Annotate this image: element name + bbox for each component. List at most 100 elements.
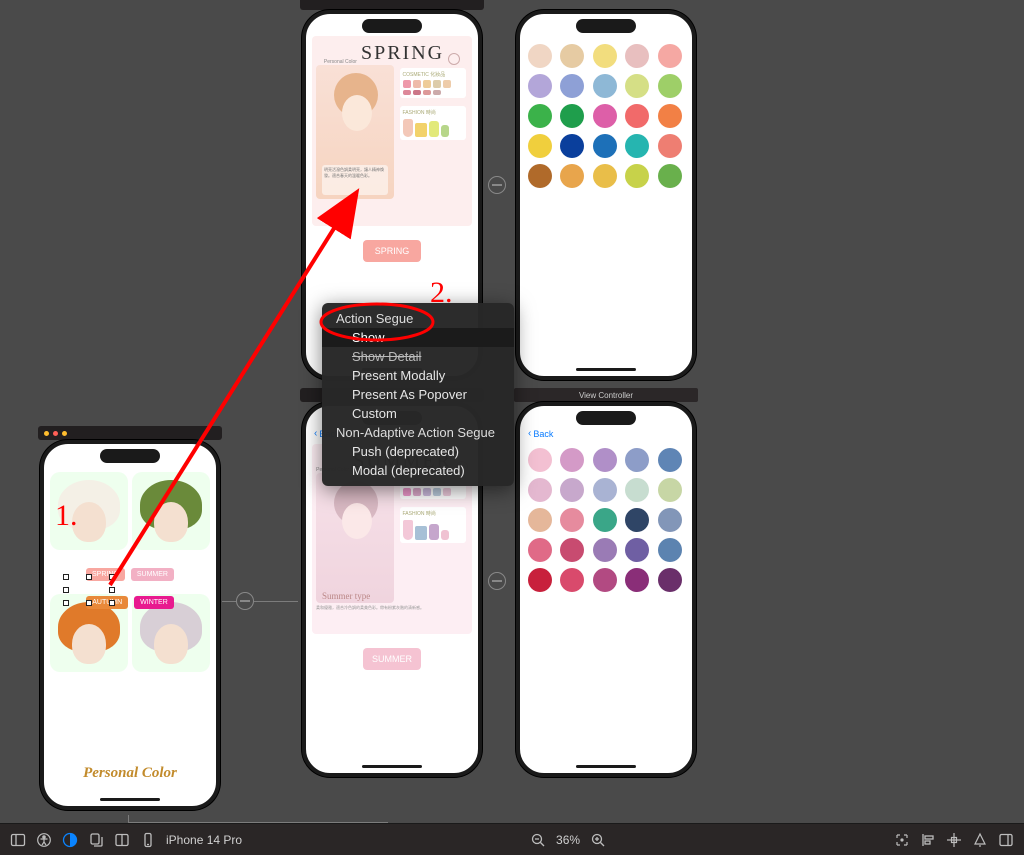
canvas-view-icon[interactable] (114, 832, 130, 848)
popover-section-header: Non-Adaptive Action Segue (322, 423, 514, 442)
color-swatch (625, 74, 649, 98)
segue-connector[interactable] (488, 176, 506, 194)
segue-option-present-popover[interactable]: Present As Popover (322, 385, 514, 404)
color-swatch (560, 74, 584, 98)
color-swatch (658, 134, 682, 158)
color-swatch (658, 478, 682, 502)
constraints-resolve-icon[interactable] (972, 832, 988, 848)
color-swatch (593, 134, 617, 158)
color-swatch (560, 134, 584, 158)
device-label[interactable]: iPhone 14 Pro (166, 833, 242, 847)
segue-connector[interactable] (488, 572, 506, 590)
color-swatch (560, 448, 584, 472)
segue-option-push-deprecated[interactable]: Push (deprecated) (322, 442, 514, 461)
scene-header-bar[interactable] (38, 426, 222, 440)
chevron-left-icon: ‹ (314, 428, 317, 439)
color-swatch (658, 508, 682, 532)
color-swatch (593, 478, 617, 502)
home-indicator (100, 798, 160, 801)
chevron-left-icon: ‹ (528, 428, 531, 439)
color-swatch (593, 448, 617, 472)
color-swatch (625, 508, 649, 532)
color-swatch (625, 538, 649, 562)
accessibility-icon[interactable] (36, 832, 52, 848)
panel-toggle-icon[interactable] (10, 832, 26, 848)
color-swatch (560, 478, 584, 502)
segue-option-show-detail[interactable]: Show Detail (322, 347, 514, 366)
viewcontroller-main[interactable]: SPRING SUMMER AUTUMN WINTER Personal Col… (40, 440, 220, 810)
color-swatch (593, 164, 617, 188)
back-button[interactable]: ‹Back (528, 428, 553, 439)
fashion-card: FASHION 時尚 (400, 106, 466, 140)
segue-option-present-modally[interactable]: Present Modally (322, 366, 514, 385)
color-swatch (528, 164, 552, 188)
zoom-level[interactable]: 36% (556, 833, 580, 847)
segue-option-custom[interactable]: Custom (322, 404, 514, 423)
zoom-out-icon[interactable] (530, 832, 546, 848)
color-swatch (658, 104, 682, 128)
align-icon[interactable] (920, 832, 936, 848)
color-swatch (528, 448, 552, 472)
color-swatch (528, 508, 552, 532)
segue-option-modal-deprecated[interactable]: Modal (deprecated) (322, 461, 514, 480)
color-swatch (658, 74, 682, 98)
color-swatch (658, 538, 682, 562)
focus-mode-icon[interactable] (62, 832, 78, 848)
scene-header-bar (300, 0, 484, 10)
color-swatch (625, 44, 649, 68)
bottom-toolbar: iPhone 14 Pro 36% (0, 823, 1024, 855)
home-indicator (362, 765, 422, 768)
color-swatch (593, 74, 617, 98)
embed-icon[interactable] (998, 832, 1014, 848)
color-swatch (625, 478, 649, 502)
color-swatch (560, 164, 584, 188)
color-swatch (560, 44, 584, 68)
storyboard-canvas[interactable]: Personal Color SPRING 明亮活潑色調柔明亮，讓人精神煥發。適… (0, 0, 1024, 823)
color-swatch (528, 134, 552, 158)
constraints-add-icon[interactable] (946, 832, 962, 848)
color-swatch (625, 104, 649, 128)
home-indicator (576, 368, 636, 371)
spring-card: Personal Color SPRING 明亮活潑色調柔明亮，讓人精神煥發。適… (312, 36, 472, 226)
color-swatch (528, 478, 552, 502)
winter-button[interactable]: WINTER (134, 596, 174, 609)
color-swatch (528, 104, 552, 128)
device-icon[interactable] (140, 832, 156, 848)
color-swatch (560, 538, 584, 562)
color-swatch (658, 448, 682, 472)
color-swatch (528, 538, 552, 562)
bounds-icon[interactable] (894, 832, 910, 848)
zoom-in-icon[interactable] (590, 832, 606, 848)
viewcontroller-spring-palette[interactable] (516, 10, 696, 380)
segue-connector[interactable] (236, 592, 254, 610)
phone-notch (100, 449, 160, 463)
color-swatch (560, 104, 584, 128)
color-swatch (658, 44, 682, 68)
summer-button[interactable]: SUMMER (131, 568, 174, 581)
spring-title: SPRING (361, 42, 444, 65)
spring-button[interactable]: SPRING (363, 240, 421, 262)
color-swatch (528, 44, 552, 68)
color-swatch (593, 104, 617, 128)
color-swatch (625, 448, 649, 472)
color-swatch (625, 568, 649, 592)
color-swatch (658, 164, 682, 188)
phone-notch (362, 19, 422, 33)
color-swatch (625, 164, 649, 188)
color-swatch (528, 568, 552, 592)
color-swatch (560, 508, 584, 532)
viewcontroller-summer-palette[interactable]: ‹Back (516, 402, 696, 777)
phone-notch (576, 19, 636, 33)
copy-icon[interactable] (88, 832, 104, 848)
segue-option-show[interactable]: Show (322, 328, 514, 347)
segue-popover[interactable]: Action Segue Show Show Detail Present Mo… (322, 303, 514, 486)
cosmetic-card: COSMETIC 化妝品 (400, 68, 466, 98)
color-swatch (593, 508, 617, 532)
color-swatch (560, 568, 584, 592)
summer-button[interactable]: SUMMER (363, 648, 421, 670)
color-swatch (593, 568, 617, 592)
ib-selection-handles (66, 577, 112, 603)
phone-notch (576, 411, 636, 425)
color-swatch (658, 568, 682, 592)
color-swatch (625, 134, 649, 158)
